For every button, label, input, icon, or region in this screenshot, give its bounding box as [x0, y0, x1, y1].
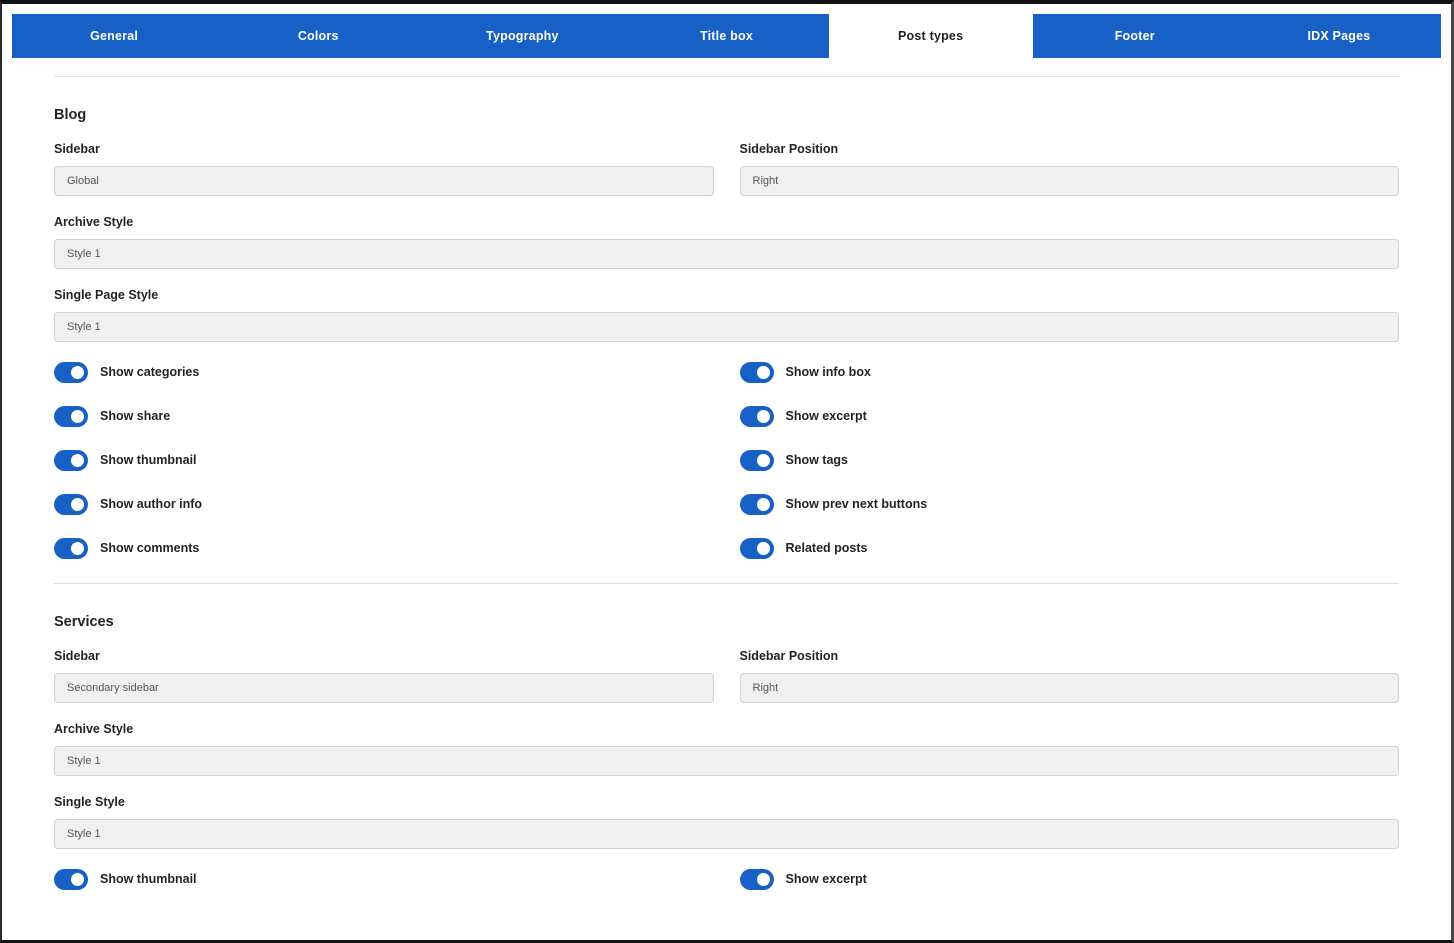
toggle-knob	[71, 497, 84, 511]
toggle-row-related-posts: Related posts	[739, 537, 1400, 559]
toggle-knob	[756, 497, 770, 511]
toggle-row-show-share: Show share	[54, 405, 714, 427]
field-label: Sidebar	[54, 649, 100, 663]
show-thumbnail-toggle[interactable]	[54, 449, 88, 471]
show-author-info-toggle[interactable]	[54, 493, 88, 515]
section-title: Services	[54, 614, 114, 630]
toggle-knob	[71, 409, 84, 423]
toggle-knob	[71, 541, 84, 555]
blog-sidebar-position-field: Sidebar Position Right	[739, 123, 1399, 196]
field-label: Single Style	[54, 795, 125, 809]
tab-general[interactable]: General	[12, 14, 216, 58]
services-show-thumbnail-toggle[interactable]	[54, 868, 88, 890]
settings-page: General Colors Typography Title box Post…	[2, 4, 1451, 912]
services-sidebar-position-select[interactable]: Right	[739, 673, 1399, 703]
blog-single-page-style-field: Single Page Style Style 1	[54, 288, 1399, 342]
show-share-toggle[interactable]	[54, 405, 88, 427]
toggle-label: Show author info	[100, 497, 203, 511]
toggle-label: Show categories	[100, 365, 200, 379]
tab-content: Blog Sidebar Global Sidebar Position Rig…	[12, 76, 1441, 912]
toggle-label: Show tags	[785, 453, 849, 467]
toggle-label: Show info box	[785, 365, 871, 379]
blog-sidebar-position-select[interactable]: Right	[739, 166, 1399, 196]
blog-archive-style-select[interactable]: Style 1	[54, 239, 1399, 269]
field-label: Archive Style	[54, 722, 134, 736]
toggle-row-show-categories: Show categories	[54, 361, 714, 383]
services-sidebar-select[interactable]: Secondary sidebar	[54, 673, 714, 703]
tab-bar: General Colors Typography Title box Post…	[12, 14, 1441, 58]
show-info-box-toggle[interactable]	[739, 361, 774, 383]
section-title: Blog	[54, 107, 87, 123]
toggle-knob	[756, 872, 770, 886]
toggle-label: Show excerpt	[785, 872, 867, 886]
show-comments-toggle[interactable]	[54, 537, 88, 559]
blog-toggles-right: Show info box Show excerpt Show tags Sho…	[739, 361, 1400, 581]
show-tags-toggle[interactable]	[739, 449, 774, 471]
top-divider	[54, 76, 1399, 77]
services-single-style-field: Single Style Style 1	[54, 795, 1399, 849]
related-posts-toggle[interactable]	[739, 537, 774, 559]
tab-footer[interactable]: Footer	[1033, 14, 1237, 58]
services-sidebar-field: Sidebar Secondary sidebar	[54, 630, 714, 703]
field-label: Archive Style	[54, 215, 134, 229]
show-categories-toggle[interactable]	[54, 361, 88, 383]
toggle-label: Show share	[100, 409, 171, 423]
tab-post-types[interactable]: Post types	[828, 14, 1033, 58]
services-archive-style-select[interactable]: Style 1	[54, 746, 1399, 776]
show-prev-next-buttons-toggle[interactable]	[739, 493, 774, 515]
services-single-style-select[interactable]: Style 1	[54, 819, 1399, 849]
section-divider	[54, 583, 1399, 584]
toggle-row-show-thumbnail: Show thumbnail	[54, 449, 714, 471]
services-sidebar-position-field: Sidebar Position Right	[739, 630, 1399, 703]
services-toggles-right: Show excerpt	[739, 868, 1400, 912]
toggle-row-services-show-excerpt: Show excerpt	[739, 868, 1400, 890]
services-show-excerpt-toggle[interactable]	[739, 868, 774, 890]
toggle-knob	[71, 453, 84, 467]
toggle-knob	[756, 365, 770, 379]
services-toggles-left: Show thumbnail	[54, 868, 714, 912]
toggle-label: Show excerpt	[785, 409, 867, 423]
toggle-row-show-info-box: Show info box	[739, 361, 1400, 383]
toggle-label: Related posts	[785, 541, 868, 555]
toggle-row-show-comments: Show comments	[54, 537, 714, 559]
show-excerpt-toggle[interactable]	[739, 405, 774, 427]
toggle-knob	[756, 541, 770, 555]
blog-archive-style-field: Archive Style Style 1	[54, 215, 1399, 269]
toggle-label: Show comments	[100, 541, 200, 555]
blog-sidebar-field: Sidebar Global	[54, 123, 714, 196]
services-archive-style-field: Archive Style Style 1	[54, 722, 1399, 776]
toggle-row-show-tags: Show tags	[739, 449, 1400, 471]
tab-typography[interactable]: Typography	[420, 14, 624, 58]
toggle-knob	[756, 409, 770, 423]
toggle-row-show-excerpt: Show excerpt	[739, 405, 1400, 427]
blog-sidebar-select[interactable]: Global	[54, 166, 714, 196]
tab-colors[interactable]: Colors	[216, 14, 420, 58]
toggle-row-services-show-thumbnail: Show thumbnail	[54, 868, 714, 890]
toggle-knob	[756, 453, 770, 467]
toggle-knob	[71, 365, 84, 379]
toggle-label: Show thumbnail	[100, 872, 197, 886]
section-services: Services Sidebar Secondary sidebar Sideb…	[54, 614, 1399, 912]
tab-title-box[interactable]: Title box	[624, 14, 828, 58]
field-label: Sidebar Position	[739, 649, 839, 663]
blog-single-page-style-select[interactable]: Style 1	[54, 312, 1399, 342]
field-label: Single Page Style	[54, 288, 159, 302]
field-label: Sidebar Position	[739, 142, 839, 156]
section-blog: Blog Sidebar Global Sidebar Position Rig…	[54, 107, 1399, 584]
toggle-knob	[71, 872, 84, 886]
field-label: Sidebar	[54, 142, 100, 156]
blog-toggles-left: Show categories Show share Show thumbnai…	[54, 361, 714, 581]
toggle-label: Show thumbnail	[100, 453, 197, 467]
toggle-row-show-prev-next-buttons: Show prev next buttons	[739, 493, 1400, 515]
toggle-label: Show prev next buttons	[785, 497, 928, 511]
toggle-row-show-author-info: Show author info	[54, 493, 714, 515]
tab-idx-pages[interactable]: IDX Pages	[1237, 14, 1441, 58]
